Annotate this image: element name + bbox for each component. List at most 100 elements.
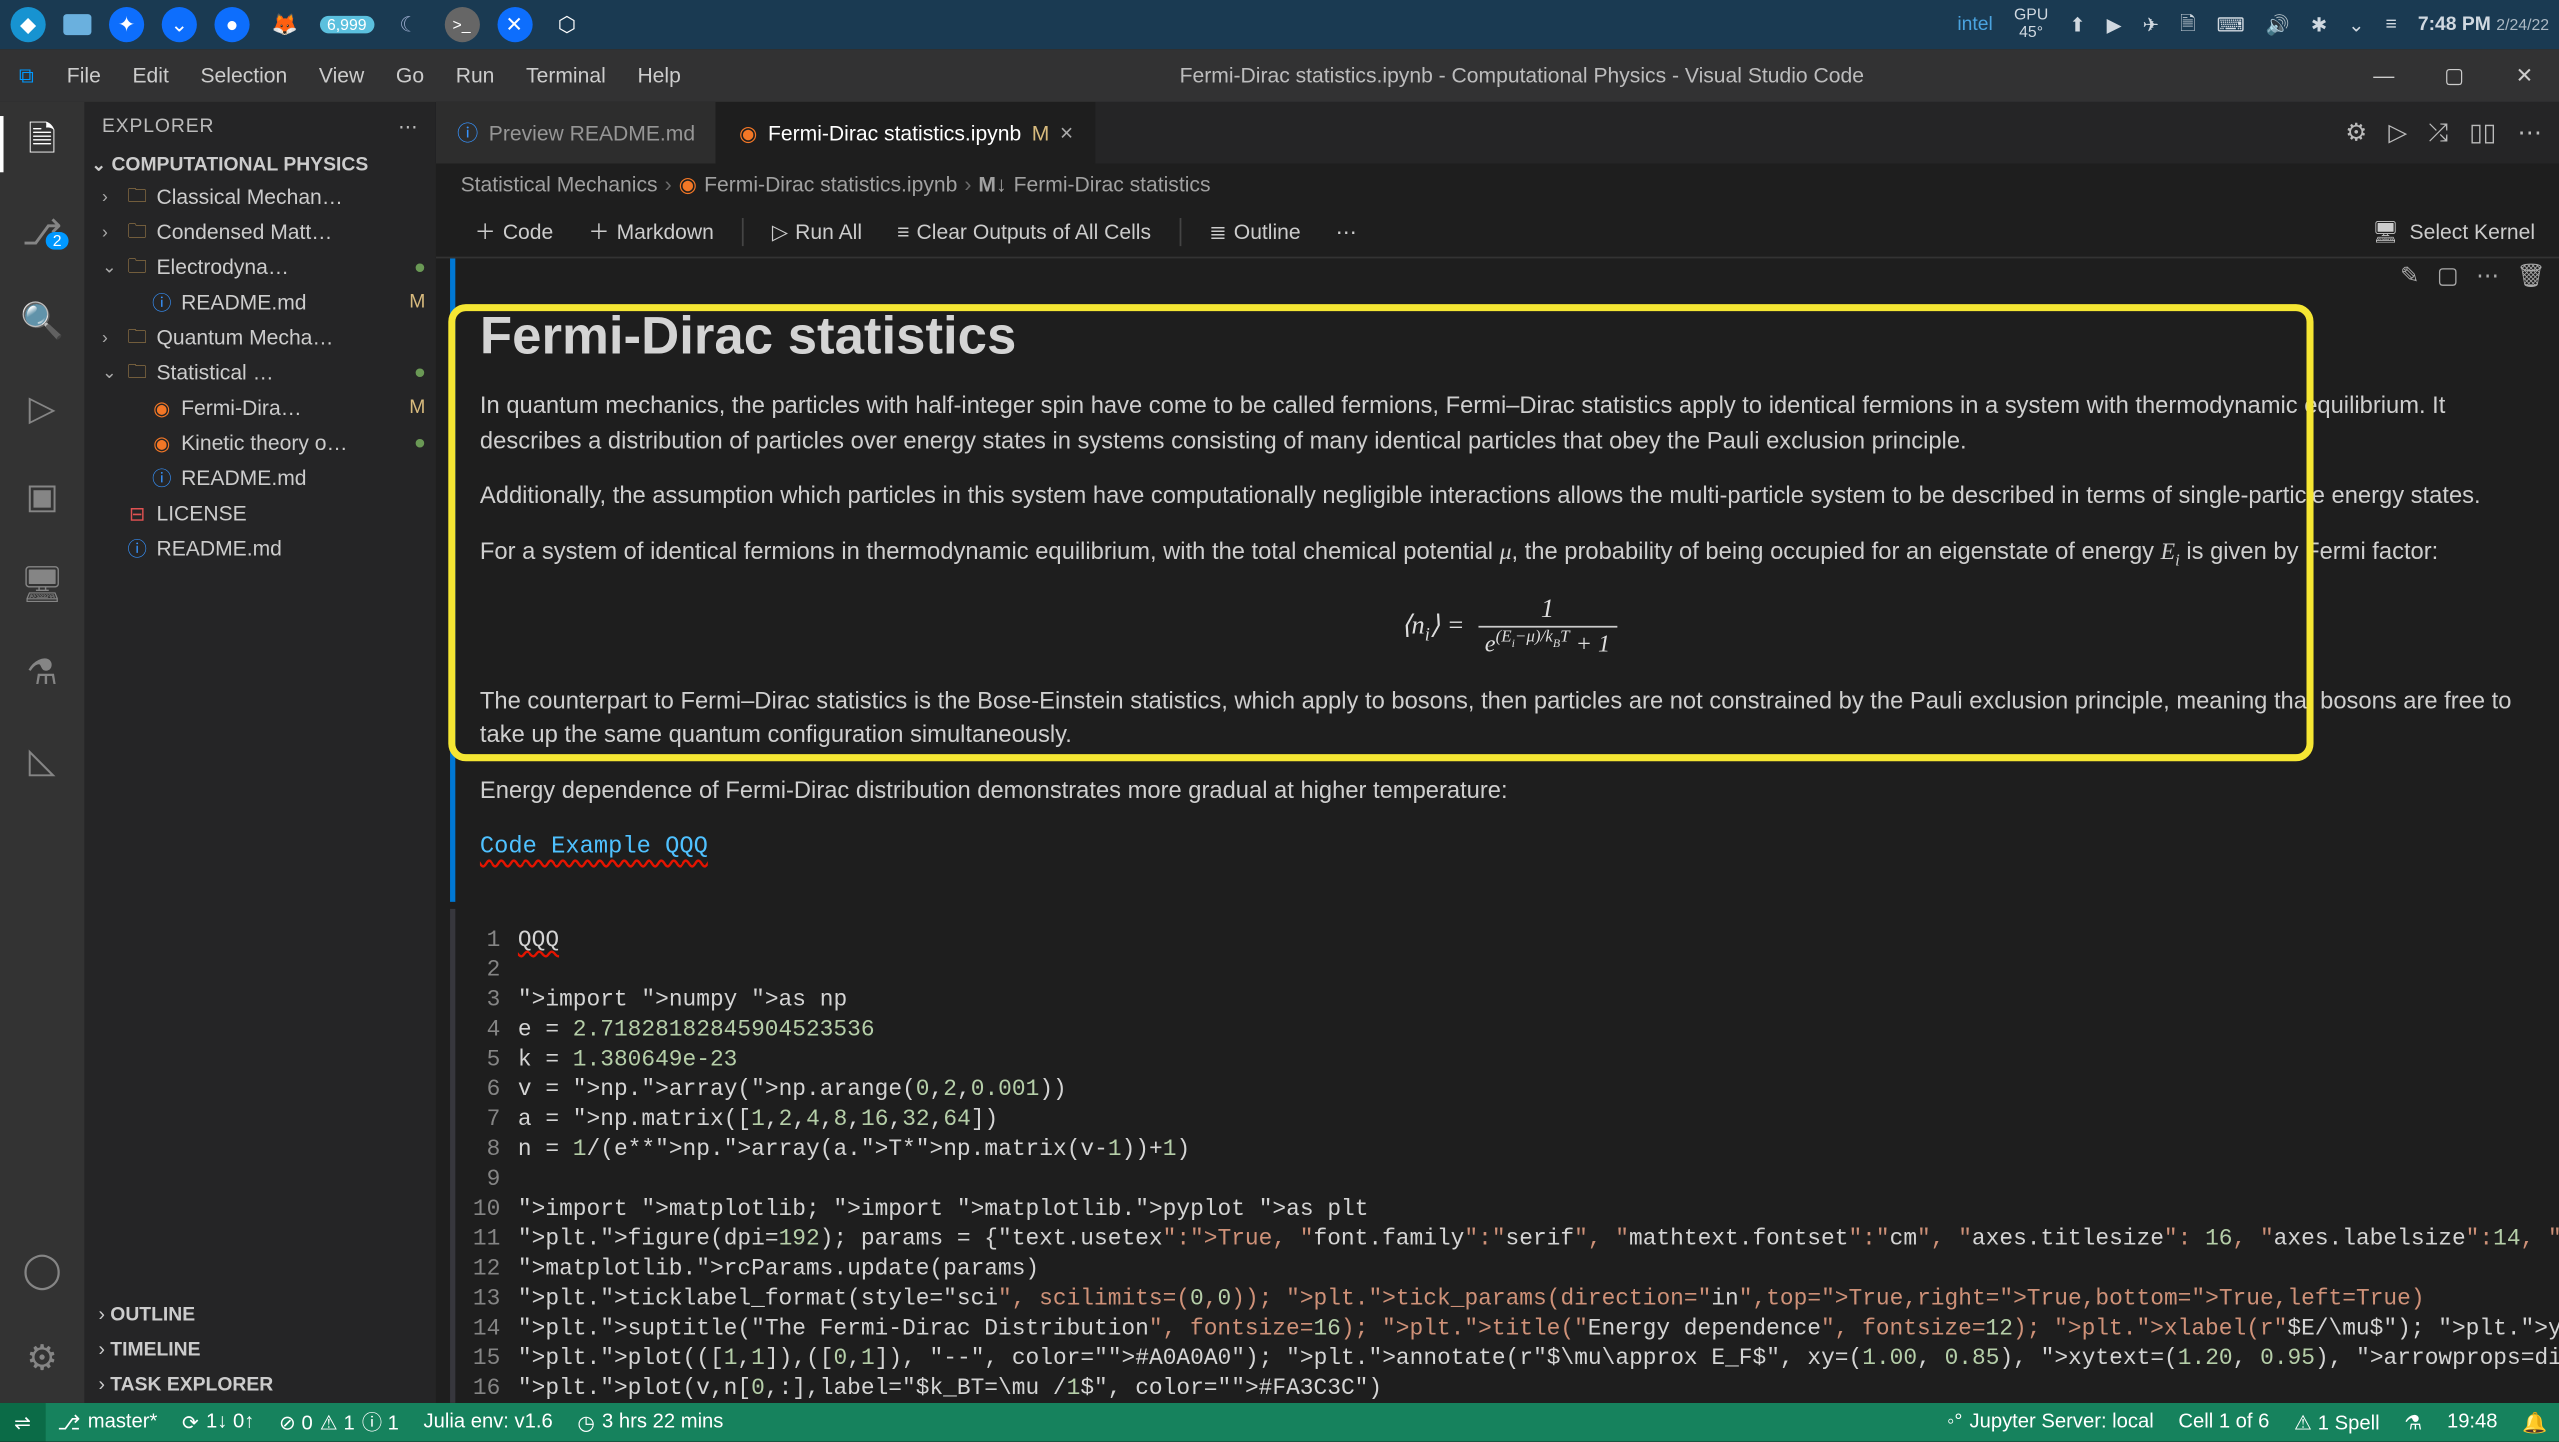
menu-terminal[interactable]: Terminal	[512, 56, 620, 95]
explorer-title: EXPLORER	[102, 116, 214, 137]
menubar: FileEditSelectionViewGoRunTerminalHelp	[53, 56, 695, 95]
tree-item[interactable]: ›🗀Quantum Mecha…	[84, 320, 436, 355]
search-icon[interactable]: 🔍	[0, 292, 84, 348]
run-icon[interactable]: ▷	[2388, 118, 2407, 148]
bookmark-icon[interactable]: ◺	[0, 731, 84, 787]
menu-go[interactable]: Go	[382, 56, 438, 95]
chevron-down-icon[interactable]: ⌄	[2348, 13, 2364, 36]
outline-button[interactable]: ≣ Outline	[1195, 215, 1315, 247]
cell-position[interactable]: Cell 1 of 6	[2166, 1403, 2282, 1442]
edit-icon[interactable]: ✎	[2400, 262, 2419, 290]
diff-icon[interactable]: ⤮	[2428, 118, 2448, 148]
menu-run[interactable]: Run	[442, 56, 509, 95]
extensions-icon[interactable]: ▣	[0, 468, 84, 524]
system-clock[interactable]: 7:48 PM 2/24/22	[2418, 14, 2549, 35]
editor-area: ⓘPreview README.md◉Fermi-Dirac statistic…	[436, 102, 2559, 1403]
volume-icon[interactable]: 🔊	[2266, 13, 2290, 36]
clipboard-icon[interactable]: 🗎	[2180, 8, 2196, 41]
more-icon[interactable]: ⋯	[398, 115, 418, 138]
bell-icon[interactable]: 🔔	[2510, 1403, 2559, 1442]
jupyter-server[interactable]: ◦° Jupyter Server: local	[1935, 1403, 2166, 1442]
settings-gear-icon[interactable]: ⚙	[0, 1329, 84, 1385]
run-icon[interactable]: ▷	[0, 380, 84, 436]
more-icon[interactable]: ⋯	[2476, 262, 2499, 290]
tree-item[interactable]: ⓘREADME.mdM	[84, 285, 436, 320]
prettier-icon[interactable]: ⚗	[2392, 1403, 2435, 1442]
add-markdown-button[interactable]: ＋ Markdown	[574, 213, 728, 250]
sidebar-section[interactable]: › OUTLINE	[84, 1297, 436, 1332]
more-button[interactable]: ⋯	[1322, 215, 1371, 247]
play-icon[interactable]: ▶	[2107, 13, 2122, 36]
menu-icon[interactable]: ≡	[2385, 14, 2396, 35]
tree-item[interactable]: ◉Kinetic theory o…•	[84, 425, 436, 460]
menu-file[interactable]: File	[53, 56, 115, 95]
telegram-icon[interactable]: ✈	[2143, 13, 2159, 36]
scm-icon[interactable]: ⎇2	[0, 204, 84, 260]
taskbar-app-icon[interactable]: ●	[214, 7, 249, 42]
chevron-down-icon[interactable]: ⌄	[91, 156, 106, 175]
testing-icon[interactable]: ⚗	[0, 643, 84, 699]
menu-view[interactable]: View	[305, 56, 378, 95]
split-icon[interactable]: ▯▯	[2469, 118, 2496, 148]
delete-icon[interactable]: 🗑	[2517, 262, 2546, 290]
minimize-button[interactable]: —	[2349, 63, 2419, 88]
settings-icon[interactable]: ⚙	[2345, 118, 2367, 148]
editor-tab[interactable]: ◉Fermi-Dirac statistics.ipynbM×	[718, 102, 1096, 164]
taskbar-app-icon[interactable]: ⌄	[162, 7, 197, 42]
workspace-name: COMPUTATIONAL PHYSICS	[111, 155, 368, 176]
status-time[interactable]: 19:48	[2435, 1403, 2510, 1442]
sidebar-section[interactable]: › TIMELINE	[84, 1333, 436, 1368]
more-icon[interactable]: ⋯	[2517, 118, 2542, 148]
menu-selection[interactable]: Selection	[186, 56, 301, 95]
vscode-icon: ⧉	[0, 62, 53, 88]
tree-item[interactable]: ⌄🗀Electrodyna…•	[84, 250, 436, 285]
taskbar-app-icon[interactable]: ⬡	[549, 7, 584, 42]
git-branch[interactable]: ⎇ master*	[45, 1403, 170, 1442]
close-tab-icon[interactable]: ×	[1060, 120, 1073, 146]
tree-item[interactable]: ◉Fermi-Dira…M	[84, 390, 436, 425]
bluetooth-icon[interactable]: ✱	[2311, 13, 2327, 36]
gpu-indicator: GPU45°	[2014, 7, 2048, 42]
maximize-button[interactable]: ▢	[2419, 63, 2489, 88]
problems-status[interactable]: ⊘ 0 ⚠ 1 ⓘ 1	[267, 1403, 412, 1442]
spell-status[interactable]: ⚠ 1 Spell	[2282, 1403, 2392, 1442]
markdown-cell[interactable]: Fermi-Dirac statistics In quantum mechan…	[459, 294, 2559, 902]
upload-icon[interactable]: ⬆	[2069, 13, 2085, 36]
menu-help[interactable]: Help	[623, 56, 695, 95]
taskbar-app-icon[interactable]: ☾	[391, 7, 426, 42]
explorer-icon[interactable]: 🗎	[0, 116, 84, 172]
run-all-button[interactable]: ▷ Run All	[758, 215, 876, 247]
clear-outputs-button[interactable]: ≡ Clear Outputs of All Cells	[883, 215, 1165, 247]
titlebar: ⧉ FileEditSelectionViewGoRunTerminalHelp…	[0, 49, 2559, 102]
julia-env[interactable]: Julia env: v1.6	[411, 1403, 565, 1442]
code-cell[interactable]: 123456789101112131415161718 QQQ">import …	[459, 916, 2559, 1403]
terminal-icon[interactable]: >_	[444, 7, 479, 42]
tree-item[interactable]: ›🗀Classical Mechan…	[84, 179, 436, 214]
tree-item[interactable]: ⊟LICENSE	[84, 496, 436, 531]
tree-item[interactable]: ⓘREADME.md	[84, 531, 436, 566]
sync-status[interactable]: ⟳ 1↓ 0↑	[170, 1403, 267, 1442]
tree-item[interactable]: ›🗀Condensed Matt…	[84, 214, 436, 249]
app-menu-icon[interactable]: ◆	[11, 7, 46, 42]
wakatime[interactable]: ◷ 3 hrs 22 mins	[565, 1403, 736, 1442]
keyboard-icon[interactable]: ⌨	[2217, 13, 2245, 36]
taskbar-app-icon[interactable]: ✦	[109, 7, 144, 42]
breadcrumb[interactable]: Statistical Mechanics› ◉ Fermi-Dirac sta…	[436, 163, 2559, 205]
taskbar-app-icon[interactable]: ✕	[497, 7, 532, 42]
add-code-button[interactable]: ＋ Code	[461, 213, 568, 250]
firefox-icon[interactable]: 🦊	[267, 7, 302, 42]
sidebar-section[interactable]: › TASK EXPLORER	[84, 1368, 436, 1403]
status-bar: ⇌ ⎇ master* ⟳ 1↓ 0↑ ⊘ 0 ⚠ 1 ⓘ 1 Julia en…	[0, 1403, 2559, 1442]
tree-item[interactable]: ⓘREADME.md	[84, 461, 436, 496]
close-button[interactable]: ✕	[2489, 63, 2559, 88]
account-icon[interactable]: ◯	[0, 1241, 84, 1297]
editor-tab[interactable]: ⓘPreview README.md	[436, 102, 718, 164]
select-kernel-button[interactable]: Select Kernel	[2410, 219, 2535, 244]
taskbar-app-icon[interactable]	[63, 14, 91, 35]
tree-item[interactable]: ⌄🗀Statistical …•	[84, 355, 436, 390]
remote-indicator[interactable]: ⇌	[0, 1403, 45, 1442]
menu-edit[interactable]: Edit	[118, 56, 182, 95]
panel-icon[interactable]: ▢	[2437, 262, 2459, 290]
kernel-icon: 🖥	[2372, 219, 2399, 244]
remote-icon[interactable]: 🖥	[0, 556, 84, 612]
